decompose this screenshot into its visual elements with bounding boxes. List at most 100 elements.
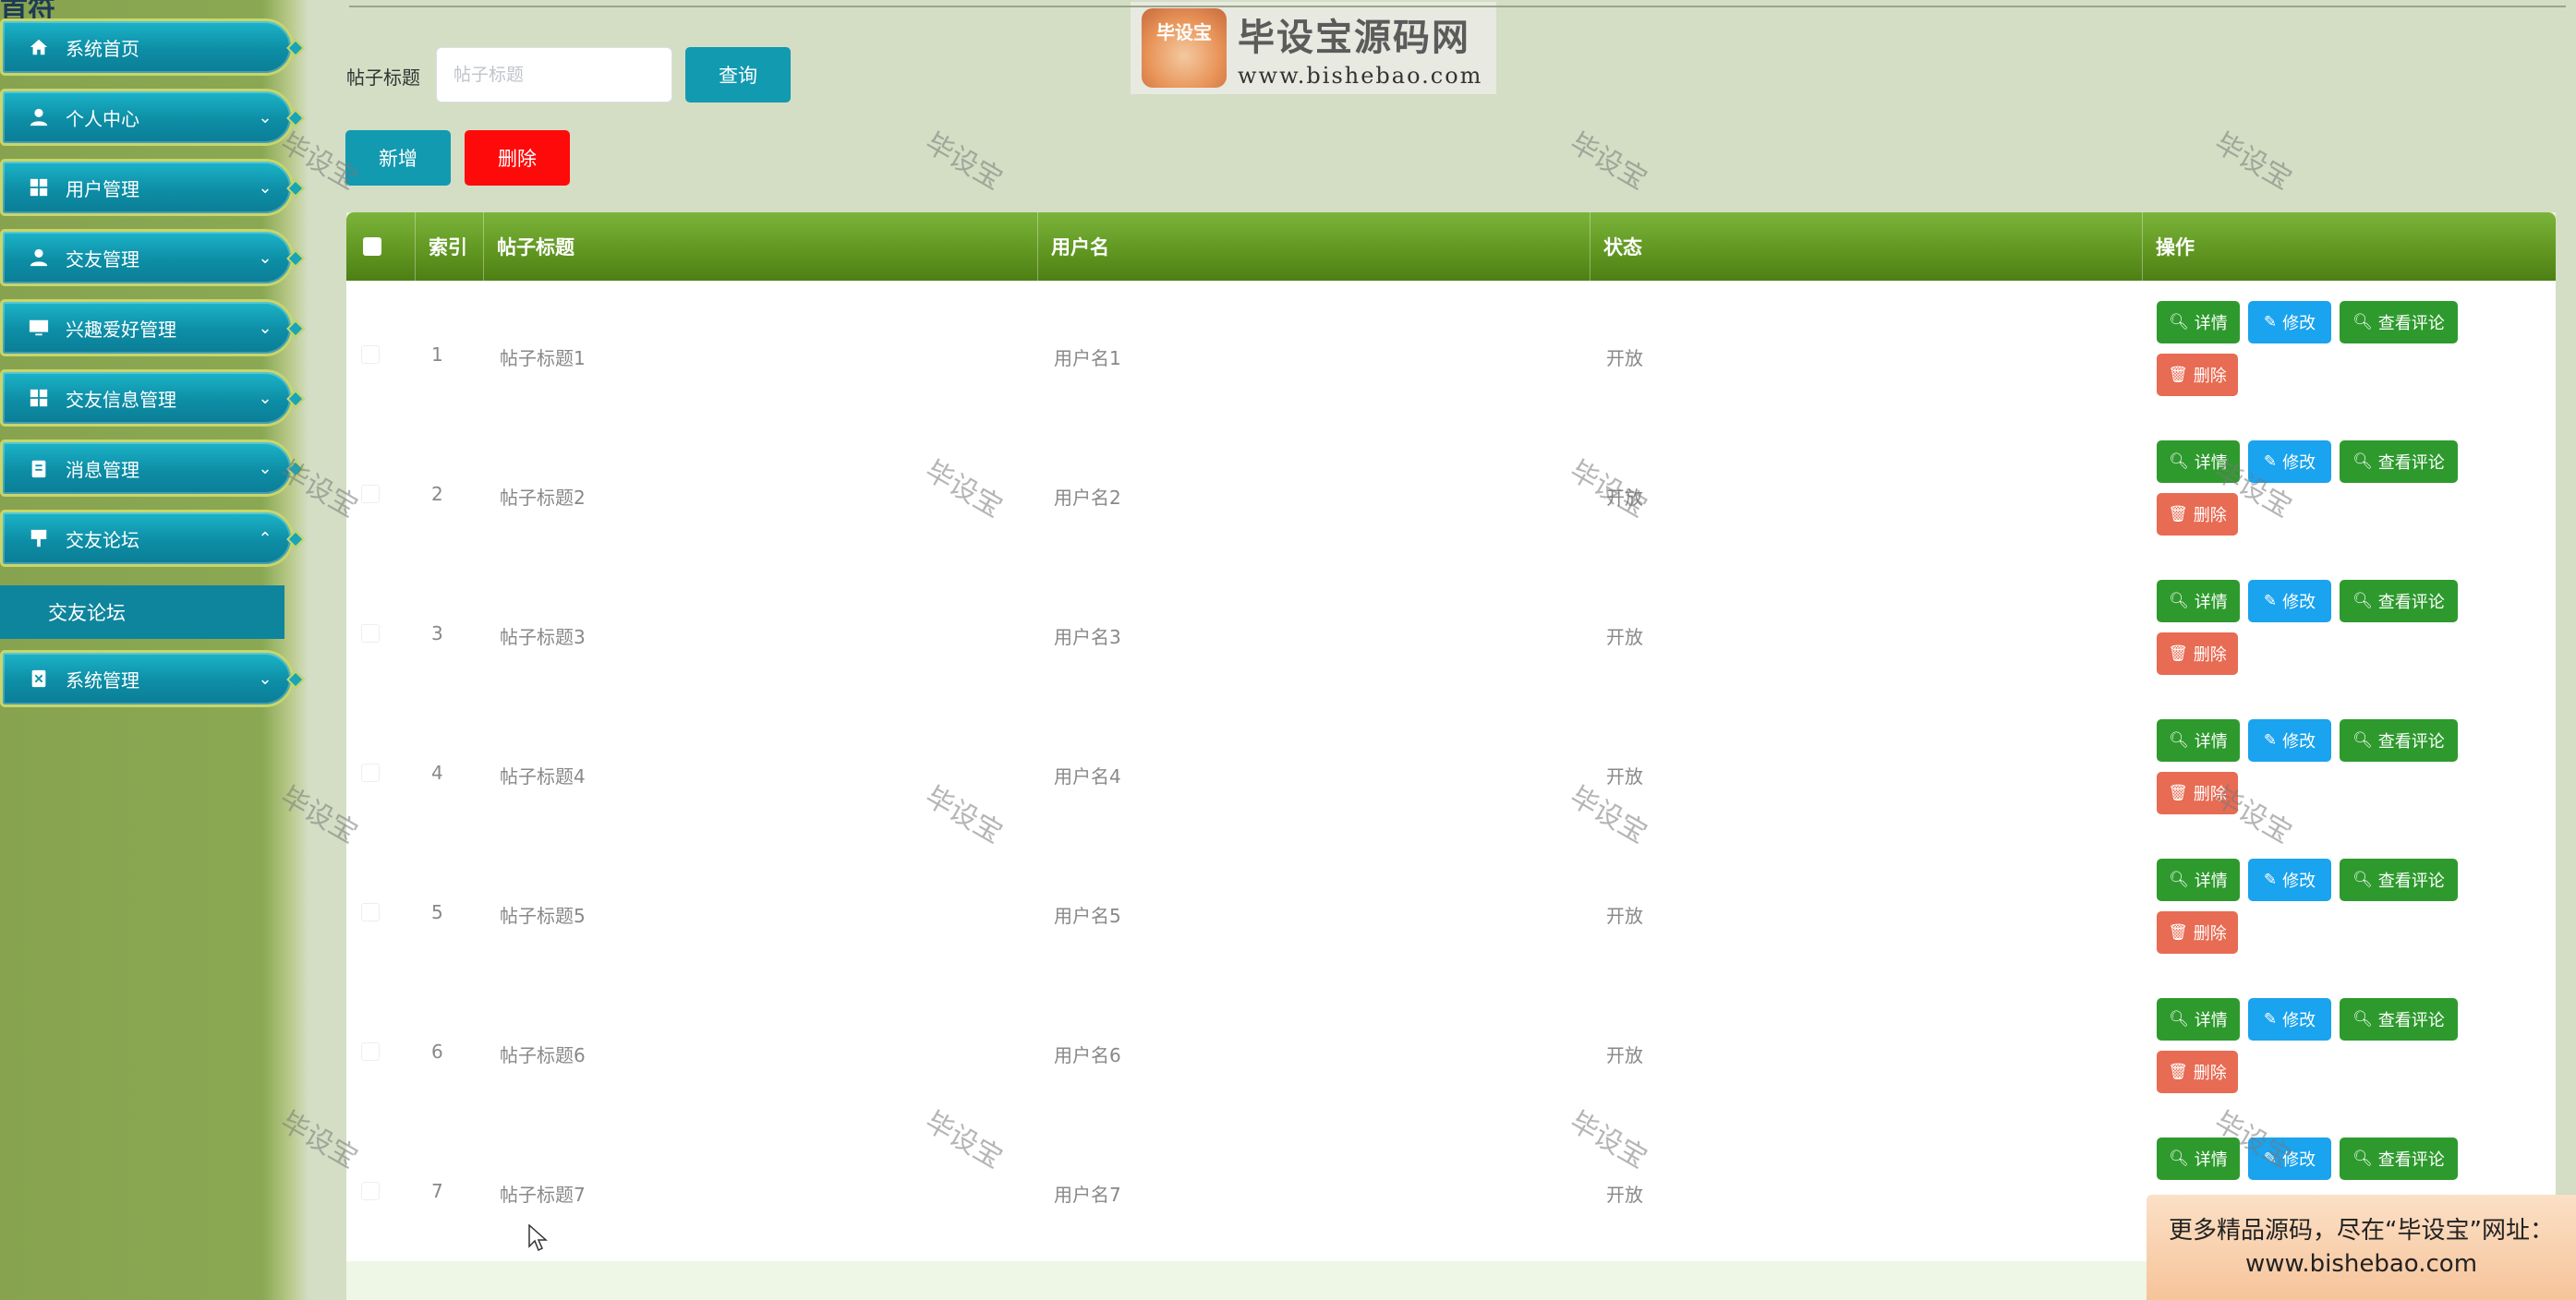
edit-label: 修改 — [2282, 314, 2316, 333]
menu-item-label: 用户管理 — [66, 177, 139, 200]
row-index: 5 — [431, 901, 443, 923]
row-index: 6 — [431, 1041, 443, 1063]
view-comments-button[interactable]: 🔍︎ 查看评论 — [2340, 580, 2458, 622]
comments-label: 查看评论 — [2377, 453, 2445, 473]
delete-label: 删除 — [2193, 367, 2227, 386]
row-delete-button[interactable]: 🗑︎ 删除 — [2157, 354, 2238, 396]
row-status: 开放 — [1606, 1044, 1643, 1066]
search-icon: 🔍︎ — [2352, 870, 2373, 889]
edit-button[interactable]: ✎ 修改 — [2248, 1138, 2331, 1180]
detail-button[interactable]: 🔍︎ 详情 — [2157, 719, 2240, 762]
edit-button[interactable]: ✎ 修改 — [2248, 301, 2331, 343]
view-comments-button[interactable]: 🔍︎ 查看评论 — [2340, 1138, 2458, 1180]
sidebar-menu-item[interactable]: 系统首页 — [0, 18, 305, 76]
edit-label: 修改 — [2282, 1011, 2316, 1030]
edit-button[interactable]: ✎ 修改 — [2248, 440, 2331, 483]
pencil-icon: ✎ — [2263, 1009, 2278, 1029]
view-comments-button[interactable]: 🔍︎ 查看评论 — [2340, 998, 2458, 1041]
edit-button[interactable]: ✎ 修改 — [2248, 859, 2331, 901]
search-label: 帖子标题 — [346, 66, 420, 89]
view-comments-button[interactable]: 🔍︎ 查看评论 — [2340, 859, 2458, 901]
detail-label: 详情 — [2194, 1150, 2228, 1170]
row-checkbox[interactable] — [361, 624, 380, 643]
sidebar-menu-item[interactable]: 个人中心 ⌄ — [0, 89, 305, 146]
banner-line1: 更多精品源码，尽在“毕设宝”网址： — [2169, 1216, 2554, 1245]
search-icon: 🔍︎ — [2352, 1149, 2373, 1168]
edit-button[interactable]: ✎ 修改 — [2248, 580, 2331, 622]
trash-icon: 🗑︎ — [2168, 922, 2188, 942]
row-delete-button[interactable]: 🗑︎ 删除 — [2157, 632, 2238, 675]
menu-item-label: 兴趣爱好管理 — [66, 318, 176, 341]
row-checkbox[interactable] — [361, 1042, 380, 1061]
detail-label: 详情 — [2194, 872, 2228, 891]
comments-label: 查看评论 — [2377, 593, 2445, 612]
query-button[interactable]: 查询 — [685, 47, 791, 102]
table-row: 1 帖子标题1 用户名1 开放 🔍︎ 详情 ✎ 修改 🔍︎ 查看评论 🗑︎ 删除 — [346, 281, 2556, 420]
row-status: 开放 — [1606, 626, 1643, 648]
detail-label: 详情 — [2194, 314, 2228, 333]
view-comments-button[interactable]: 🔍︎ 查看评论 — [2340, 301, 2458, 343]
watermark-text: 毕设宝 — [919, 126, 1008, 197]
mouse-cursor-icon — [528, 1224, 548, 1252]
detail-label: 详情 — [2194, 1011, 2228, 1030]
comments-label: 查看评论 — [2377, 732, 2445, 752]
row-checkbox[interactable] — [361, 345, 380, 364]
search-input[interactable] — [436, 47, 672, 102]
table-row: 5 帖子标题5 用户名5 开放 🔍︎ 详情 ✎ 修改 🔍︎ 查看评论 🗑︎ 删除 — [346, 838, 2556, 978]
logo-badge: 毕设宝 — [1142, 8, 1227, 88]
pencil-icon: ✎ — [2263, 312, 2278, 331]
search-icon: 🔍︎ — [2169, 730, 2189, 750]
sidebar-menu-item[interactable]: 系统管理 ⌄ — [0, 650, 305, 707]
comments-label: 查看评论 — [2377, 872, 2445, 891]
sidebar-menu-item[interactable]: 兴趣爱好管理 ⌄ — [0, 299, 305, 356]
row-checkbox[interactable] — [361, 764, 380, 782]
edit-button[interactable]: ✎ 修改 — [2248, 998, 2331, 1041]
row-title: 帖子标题4 — [500, 765, 586, 788]
detail-button[interactable]: 🔍︎ 详情 — [2157, 859, 2240, 901]
chevron-icon: ⌄ — [258, 668, 272, 689]
detail-button[interactable]: 🔍︎ 详情 — [2157, 1138, 2240, 1180]
row-delete-button[interactable]: 🗑︎ 删除 — [2157, 911, 2238, 954]
header-title: 帖子标题 — [483, 212, 1037, 281]
search-icon: 🔍︎ — [2352, 591, 2373, 610]
detail-button[interactable]: 🔍︎ 详情 — [2157, 440, 2240, 483]
row-delete-button[interactable]: 🗑︎ 删除 — [2157, 1051, 2238, 1093]
batch-delete-button[interactable]: 删除 — [465, 130, 570, 186]
header-operation: 操作 — [2142, 212, 2556, 281]
detail-label: 详情 — [2194, 453, 2228, 473]
sidebar-menu-item[interactable]: 用户管理 ⌄ — [0, 159, 305, 216]
logo-url: www.bishebao.com — [1238, 63, 1483, 89]
detail-button[interactable]: 🔍︎ 详情 — [2157, 301, 2240, 343]
top-divider — [349, 6, 2566, 7]
comments-label: 查看评论 — [2377, 314, 2445, 333]
row-user: 用户名7 — [1054, 1184, 1121, 1206]
sidebar-menu-item[interactable]: 交友管理 ⌄ — [0, 229, 305, 286]
row-delete-button[interactable]: 🗑︎ 删除 — [2157, 493, 2238, 536]
edit-button[interactable]: ✎ 修改 — [2248, 719, 2331, 762]
sidebar-menu-item[interactable]: 交友信息管理 ⌄ — [0, 369, 305, 427]
view-comments-button[interactable]: 🔍︎ 查看评论 — [2340, 440, 2458, 483]
row-status: 开放 — [1606, 765, 1643, 788]
edit-label: 修改 — [2282, 453, 2316, 473]
home-icon — [27, 35, 51, 59]
table-row: 4 帖子标题4 用户名4 开放 🔍︎ 详情 ✎ 修改 🔍︎ 查看评论 🗑︎ 删除 — [346, 699, 2556, 838]
table-row: 3 帖子标题3 用户名3 开放 🔍︎ 详情 ✎ 修改 🔍︎ 查看评论 🗑︎ 删除 — [346, 560, 2556, 699]
row-delete-button[interactable]: 🗑︎ 删除 — [2157, 772, 2238, 814]
select-all-checkbox[interactable] — [363, 237, 381, 256]
detail-button[interactable]: 🔍︎ 详情 — [2157, 998, 2240, 1041]
header-select-all[interactable] — [346, 212, 415, 281]
view-comments-button[interactable]: 🔍︎ 查看评论 — [2340, 719, 2458, 762]
submenu-item-forum[interactable]: 交友论坛 — [0, 585, 284, 639]
row-checkbox[interactable] — [361, 1182, 380, 1200]
row-user: 用户名5 — [1054, 905, 1121, 927]
pencil-icon: ✎ — [2263, 451, 2278, 471]
sidebar-menu-item[interactable]: 消息管理 ⌄ — [0, 439, 305, 497]
trash-icon: 🗑︎ — [2168, 504, 2188, 524]
row-checkbox[interactable] — [361, 903, 380, 921]
row-status: 开放 — [1606, 905, 1643, 927]
detail-button[interactable]: 🔍︎ 详情 — [2157, 580, 2240, 622]
sidebar-menu-item[interactable]: 交友论坛 ⌃ — [0, 510, 305, 567]
row-checkbox[interactable] — [361, 485, 380, 503]
add-button[interactable]: 新增 — [345, 130, 451, 186]
pencil-icon: ✎ — [2263, 1149, 2278, 1168]
